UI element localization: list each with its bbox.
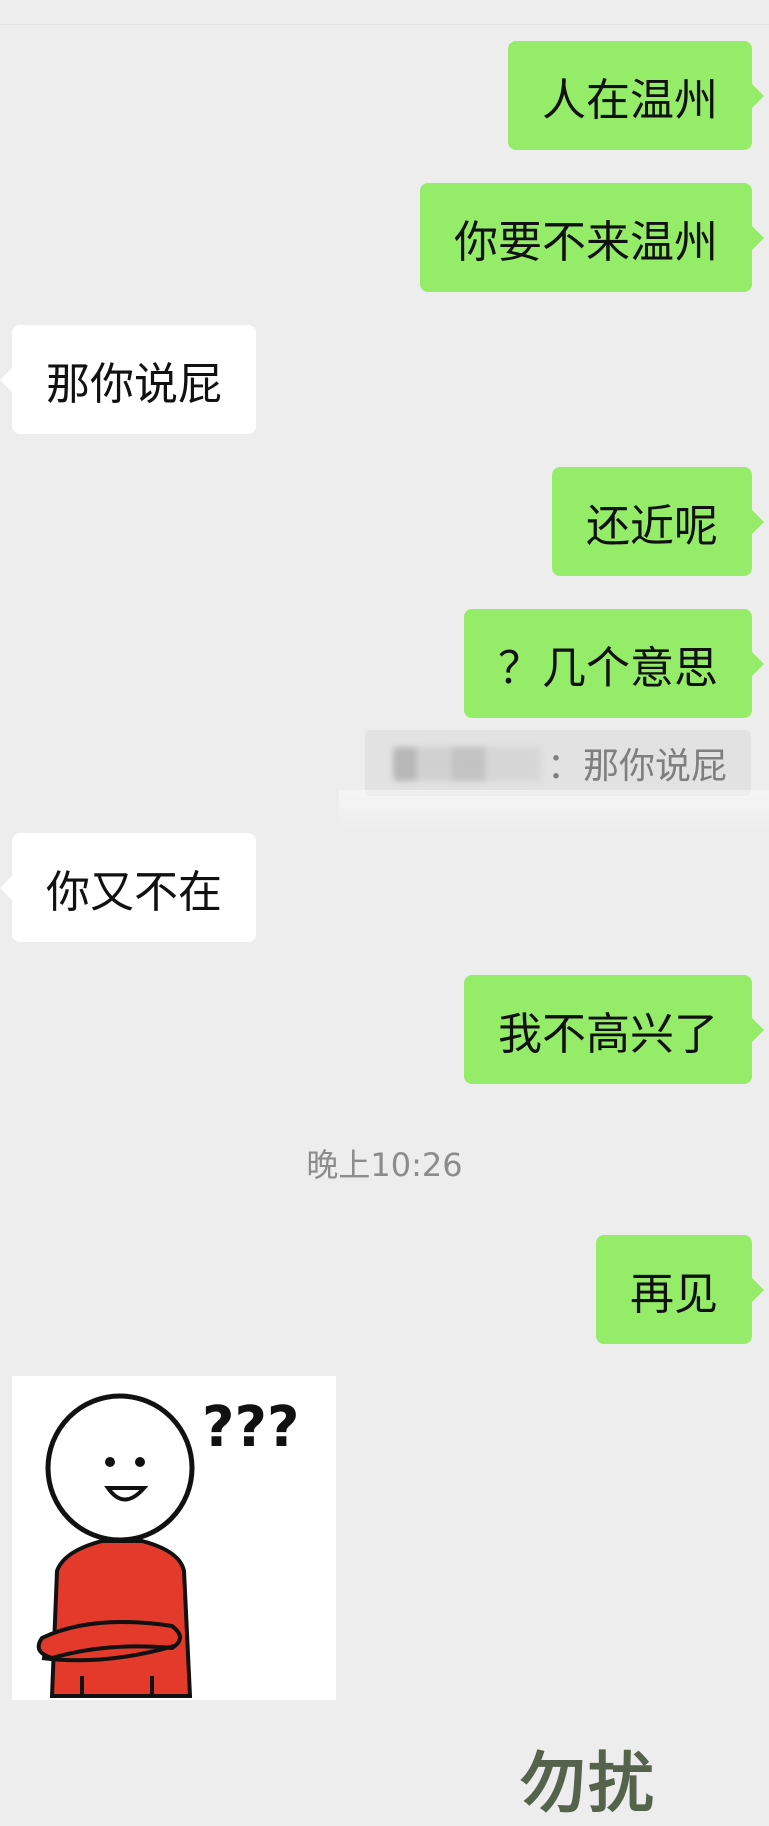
message-bubble-me[interactable]: 人在温州 — [508, 41, 764, 150]
message-bubble-me[interactable]: ？几个意思 — [464, 609, 764, 718]
quote-fade — [339, 790, 769, 830]
quoted-text: ：那你说屁 — [546, 746, 727, 787]
confused-person-sticker-icon: ??? — [36, 1393, 299, 1698]
quoted-reply[interactable]: ：那你说屁 — [365, 730, 751, 796]
top-divider — [0, 24, 769, 25]
question-marks-text: ??? — [202, 1395, 299, 1460]
message-bubble-other[interactable]: 你又不在 — [0, 833, 256, 942]
sticker-image[interactable]: ??? — [12, 1376, 336, 1700]
message-bubble-me[interactable]: 我不高兴了 — [464, 975, 764, 1084]
message-timestamp: 晚上10:26 — [306, 1146, 463, 1184]
message-bubble-me[interactable]: 你要不来温州 — [420, 183, 764, 292]
message-bubble-me[interactable]: 还近呢 — [552, 467, 764, 576]
message-bubble-other[interactable]: 那你说屁 — [0, 325, 256, 434]
redacted-name — [393, 747, 541, 781]
watermark-text: 勿扰 — [520, 1745, 656, 1822]
message-bubble-me[interactable]: 再见 — [596, 1235, 764, 1344]
